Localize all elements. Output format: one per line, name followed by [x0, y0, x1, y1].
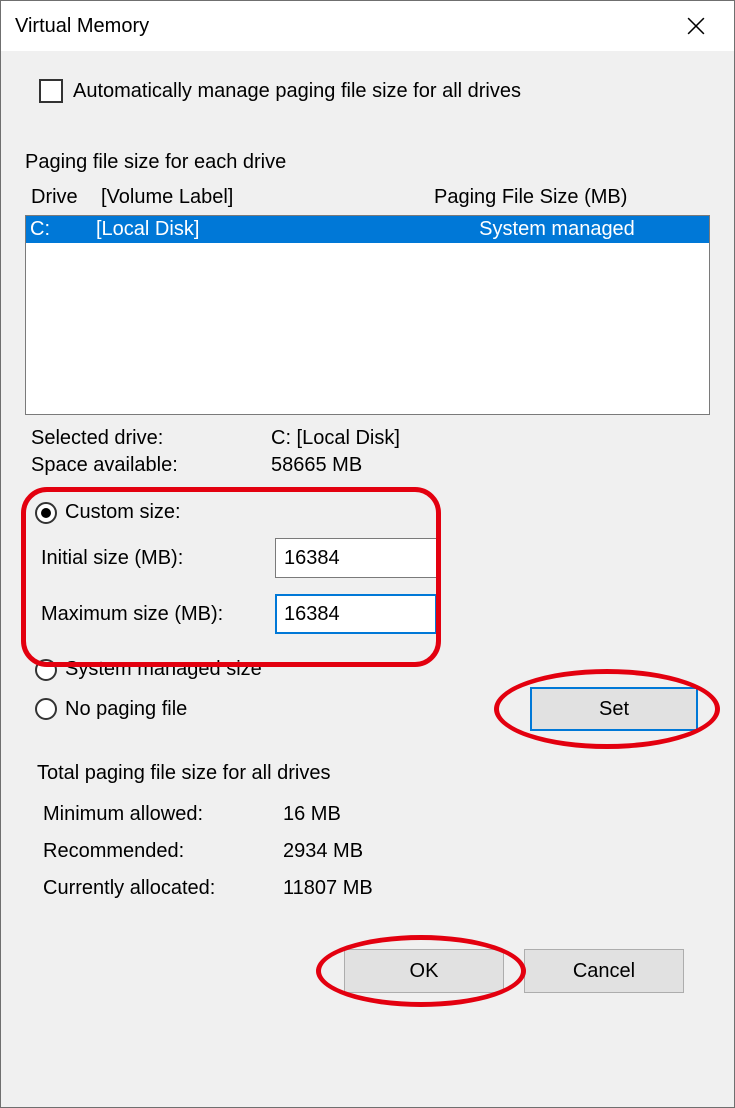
custom-size-radio[interactable] [35, 502, 57, 524]
totals-group-label: Total paging file size for all drives [33, 762, 334, 785]
auto-manage-checkbox[interactable] [39, 79, 63, 103]
system-managed-radio[interactable] [35, 659, 57, 681]
min-allowed-label: Minimum allowed: [43, 803, 283, 826]
custom-size-radio-row[interactable]: Custom size: [35, 495, 700, 530]
no-paging-label: No paging file [65, 698, 187, 721]
initial-size-label: Initial size (MB): [41, 547, 275, 570]
selected-drive-value: C: [Local Disk] [271, 427, 704, 450]
dialog-footer: OK Cancel [25, 925, 710, 1019]
no-paging-radio[interactable] [35, 698, 57, 720]
titlebar: Virtual Memory [1, 1, 734, 51]
space-available-value: 58665 MB [271, 454, 704, 477]
header-size: Paging File Size (MB) [434, 186, 704, 209]
drive-list[interactable]: C: [Local Disk] System managed [25, 215, 710, 415]
no-paging-radio-row[interactable]: No paging file [35, 692, 187, 727]
selected-drive-label: Selected drive: [31, 427, 271, 450]
header-drive: Drive [31, 186, 101, 209]
system-managed-radio-row[interactable]: System managed size [35, 652, 700, 687]
close-button[interactable] [676, 6, 716, 46]
totals-group: Total paging file size for all drives Mi… [25, 775, 710, 925]
drive-row-volume: [Local Disk] [96, 218, 407, 241]
currently-allocated-value: 11807 MB [283, 877, 692, 900]
auto-manage-checkbox-row[interactable]: Automatically manage paging file size fo… [39, 79, 710, 103]
cancel-button[interactable]: Cancel [524, 949, 684, 993]
drive-row-drive: C: [28, 218, 96, 241]
selected-info: Selected drive: C: [Local Disk] Space av… [25, 415, 710, 483]
size-option-block: Custom size: Initial size (MB): Maximum … [25, 489, 710, 737]
custom-size-inputs: Initial size (MB): Maximum size (MB): [35, 530, 700, 642]
recommended-value: 2934 MB [283, 840, 692, 863]
drives-group-label: Paging file size for each drive [25, 151, 710, 174]
system-managed-label: System managed size [65, 658, 262, 681]
currently-allocated-label: Currently allocated: [43, 877, 283, 900]
drives-group: Paging file size for each drive Drive [V… [25, 131, 710, 749]
initial-size-input[interactable] [275, 538, 437, 578]
drive-row[interactable]: C: [Local Disk] System managed [26, 216, 709, 243]
window-title: Virtual Memory [15, 15, 149, 38]
virtual-memory-dialog: Virtual Memory Automatically manage pagi… [0, 0, 735, 1108]
auto-manage-label: Automatically manage paging file size fo… [73, 80, 521, 103]
space-available-label: Space available: [31, 454, 271, 477]
maximum-size-input[interactable] [275, 594, 437, 634]
set-button[interactable]: Set [530, 687, 698, 731]
close-icon [687, 17, 705, 35]
header-volume: [Volume Label] [101, 186, 434, 209]
custom-size-label: Custom size: [65, 501, 181, 524]
drive-row-size: System managed [407, 218, 707, 241]
dialog-body: Automatically manage paging file size fo… [1, 51, 734, 1107]
min-allowed-value: 16 MB [283, 803, 692, 826]
drive-list-header: Drive [Volume Label] Paging File Size (M… [25, 182, 710, 215]
recommended-label: Recommended: [43, 840, 283, 863]
maximum-size-label: Maximum size (MB): [41, 603, 275, 626]
ok-button[interactable]: OK [344, 949, 504, 993]
